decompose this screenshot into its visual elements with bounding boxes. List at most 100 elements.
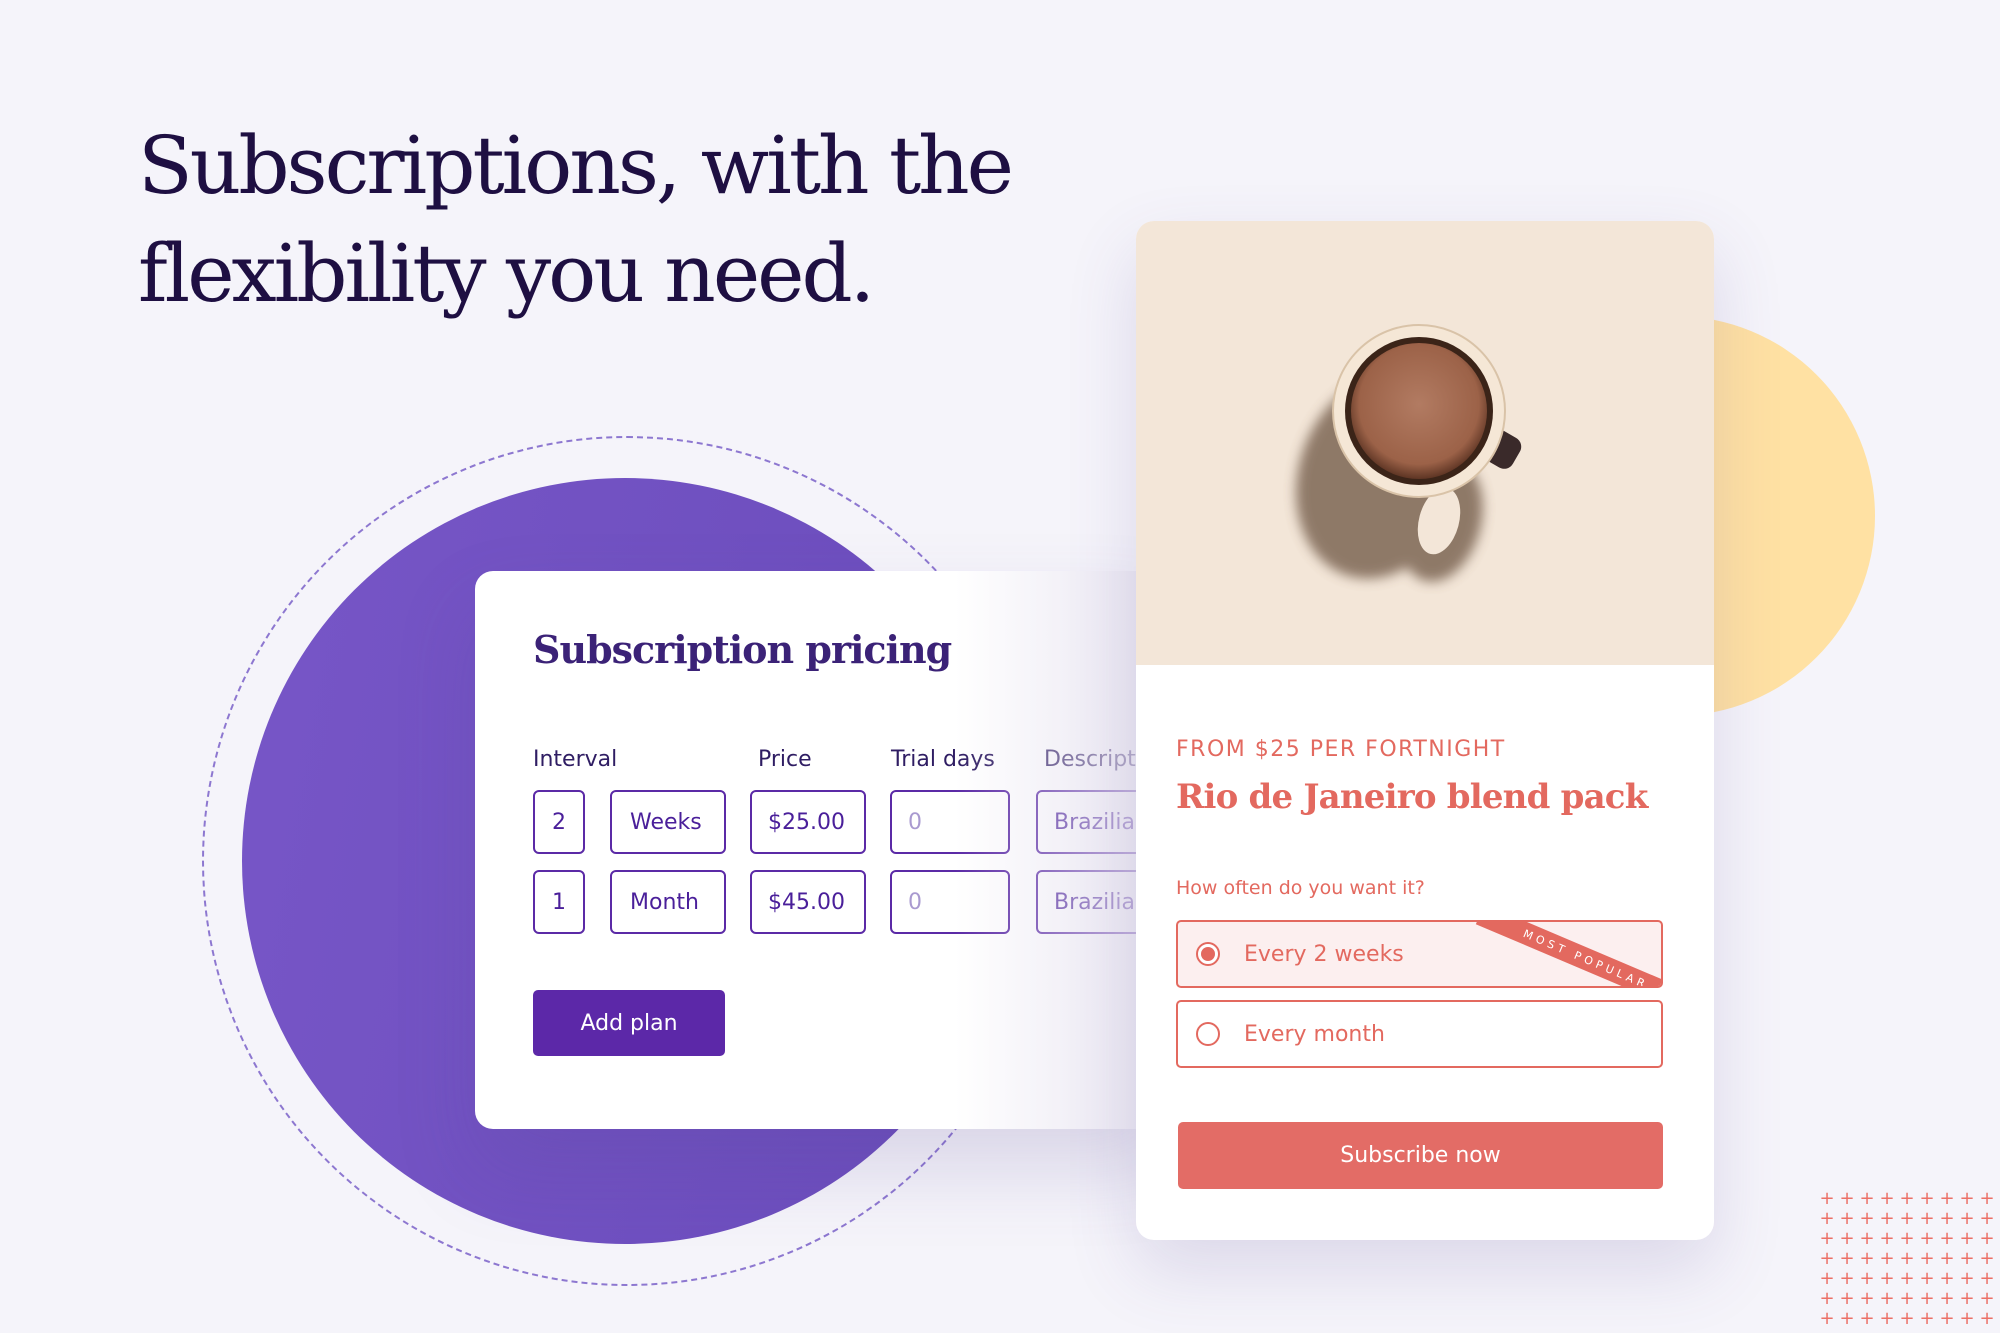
plus-icon: + — [1919, 1308, 1935, 1329]
plus-icon: + — [1879, 1248, 1895, 1269]
interval-count-value: 1 — [552, 889, 566, 915]
plus-icon: + — [1839, 1208, 1855, 1229]
interval-count-input[interactable]: 1 — [533, 870, 585, 934]
plus-icon: + — [1899, 1248, 1915, 1269]
price-eyebrow: FROM $25 PER FORTNIGHT — [1176, 737, 1506, 762]
subscribe-now-button[interactable]: Subscribe now — [1178, 1122, 1663, 1189]
option-every-month[interactable]: Every month — [1176, 1000, 1663, 1068]
plus-icon: + — [1819, 1308, 1835, 1329]
plus-icon: + — [1979, 1208, 1995, 1229]
headline-line-1: Subscriptions, with the — [138, 119, 1014, 212]
product-card: FROM $25 PER FORTNIGHT Rio de Janeiro bl… — [1136, 221, 1714, 1240]
plus-icon: + — [1919, 1248, 1935, 1269]
plus-icon: + — [1839, 1228, 1855, 1249]
plus-icon: + — [1979, 1268, 1995, 1289]
radio-unselected-icon[interactable] — [1196, 1022, 1220, 1046]
column-header-interval: Interval — [533, 747, 618, 772]
plus-icon: + — [1859, 1248, 1875, 1269]
plus-icon: + — [1859, 1268, 1875, 1289]
column-header-trial-days: Trial days — [891, 747, 995, 772]
plus-icon: + — [1959, 1248, 1975, 1269]
plus-icon: + — [1899, 1288, 1915, 1309]
plus-icon: + — [1819, 1208, 1835, 1229]
interval-unit-select[interactable]: Month — [610, 870, 726, 934]
plus-icon: + — [1859, 1288, 1875, 1309]
headline: Subscriptions, with the flexibility you … — [138, 112, 1014, 328]
trial-days-placeholder: 0 — [908, 889, 922, 915]
plus-icon: + — [1919, 1268, 1935, 1289]
plus-icon: + — [1839, 1268, 1855, 1289]
plus-icon: + — [1939, 1268, 1955, 1289]
plus-icon: + — [1919, 1228, 1935, 1249]
plus-icon: + — [1959, 1228, 1975, 1249]
plus-icon: + — [1939, 1208, 1955, 1229]
plus-icon: + — [1919, 1188, 1935, 1209]
plus-icon: + — [1819, 1188, 1835, 1209]
plus-icon: + — [1939, 1188, 1955, 1209]
column-header-price: Price — [758, 747, 812, 772]
description-value: Brazilian — [1054, 889, 1149, 915]
plus-icon: + — [1819, 1268, 1835, 1289]
plus-icon: + — [1859, 1308, 1875, 1329]
plus-icon: + — [1879, 1228, 1895, 1249]
interval-unit-select[interactable]: Weeks — [610, 790, 726, 854]
plus-icon: + — [1959, 1308, 1975, 1329]
description-value: Brazilian — [1054, 809, 1149, 835]
plus-icon: + — [1899, 1268, 1915, 1289]
plus-icon: + — [1959, 1288, 1975, 1309]
interval-count-input[interactable]: 2 — [533, 790, 585, 854]
plus-icon: + — [1859, 1208, 1875, 1229]
plus-icon: + — [1959, 1268, 1975, 1289]
radio-selected-icon[interactable] — [1196, 942, 1220, 966]
product-title: Rio de Janeiro blend pack — [1176, 777, 1648, 817]
headline-line-2: flexibility you need. — [138, 227, 875, 320]
price-input[interactable]: $45.00 — [750, 870, 866, 934]
option-every-2-weeks[interactable]: Every 2 weeks MOST POPULAR — [1176, 920, 1663, 988]
interval-unit-value: Weeks — [630, 809, 702, 835]
price-value: $45.00 — [768, 889, 845, 915]
plus-icon: + — [1879, 1288, 1895, 1309]
frequency-question: How often do you want it? — [1176, 877, 1425, 899]
pricing-card-title: Subscription pricing — [533, 627, 952, 672]
price-value: $25.00 — [768, 809, 845, 835]
plus-icon: + — [1959, 1208, 1975, 1229]
plus-icon: + — [1899, 1188, 1915, 1209]
plus-icon: + — [1979, 1288, 1995, 1309]
plus-icon: + — [1879, 1188, 1895, 1209]
plus-icon: + — [1839, 1188, 1855, 1209]
most-popular-badge: MOST POPULAR — [1475, 922, 1661, 986]
add-plan-button[interactable]: Add plan — [533, 990, 725, 1056]
plus-icon: + — [1839, 1288, 1855, 1309]
plus-icon: + — [1879, 1208, 1895, 1229]
option-label: Every month — [1244, 1021, 1385, 1047]
plus-icon: + — [1979, 1248, 1995, 1269]
plus-icon: + — [1839, 1308, 1855, 1329]
plus-icon: + — [1839, 1248, 1855, 1269]
trial-days-input[interactable]: 0 — [890, 870, 1010, 934]
option-label: Every 2 weeks — [1244, 941, 1404, 967]
plus-icon: + — [1919, 1208, 1935, 1229]
coffee-mug-image — [1136, 221, 1714, 665]
plus-icon: + — [1859, 1228, 1875, 1249]
plus-icon: + — [1979, 1308, 1995, 1329]
plus-icon: + — [1879, 1308, 1895, 1329]
plus-icon: + — [1899, 1208, 1915, 1229]
interval-count-value: 2 — [552, 809, 566, 835]
plus-icon: + — [1899, 1308, 1915, 1329]
plus-icon: + — [1819, 1248, 1835, 1269]
plus-icon: + — [1859, 1188, 1875, 1209]
plus-icon: + — [1819, 1228, 1835, 1249]
plus-icon: + — [1939, 1308, 1955, 1329]
coffee-mug-icon — [1295, 324, 1522, 582]
plus-icon: + — [1979, 1188, 1995, 1209]
plus-icon: + — [1939, 1248, 1955, 1269]
column-header-description: Descript — [1044, 747, 1136, 772]
price-input[interactable]: $25.00 — [750, 790, 866, 854]
plus-icon: + — [1959, 1188, 1975, 1209]
trial-days-input[interactable]: 0 — [890, 790, 1010, 854]
trial-days-placeholder: 0 — [908, 809, 922, 835]
plus-icon: + — [1939, 1228, 1955, 1249]
plus-icon: + — [1979, 1228, 1995, 1249]
interval-unit-value: Month — [630, 889, 699, 915]
plus-icon: + — [1819, 1288, 1835, 1309]
